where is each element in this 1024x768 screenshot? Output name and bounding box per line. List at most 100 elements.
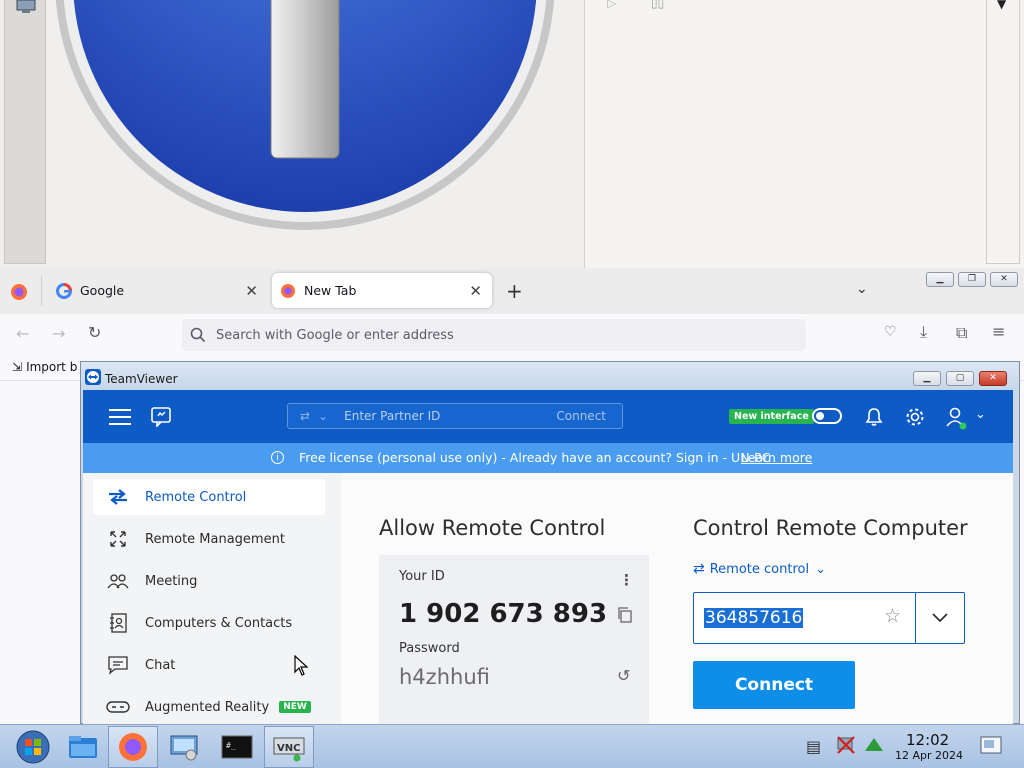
menu-icon[interactable]: ≡ — [992, 322, 1005, 341]
search-icon — [190, 327, 206, 343]
monitor-icon — [16, 0, 36, 13]
import-icon: ⇲ — [12, 360, 23, 374]
chevron-down-icon[interactable] — [932, 613, 948, 623]
downloads-icon[interactable]: ⤓ — [920, 322, 927, 342]
pocket-icon[interactable]: ♡ — [884, 324, 897, 340]
pause-icon: ▯▯ — [651, 0, 665, 10]
window-title: TeamViewer — [105, 372, 178, 386]
new-badge: NEW — [279, 701, 311, 713]
show-desktop-button[interactable] — [980, 735, 1002, 757]
minimize-button[interactable]: ▁ — [926, 272, 954, 287]
partner-id-search[interactable]: ⇄ ⌄ Enter Partner ID Connect — [287, 403, 623, 429]
nav-meeting[interactable]: Meeting — [93, 563, 325, 599]
reload-icon[interactable]: ↻ — [88, 323, 101, 342]
tab-label: New Tab — [304, 283, 357, 298]
learn-more-link[interactable]: Learn more — [741, 450, 812, 465]
nav-augmented-reality[interactable]: Augmented Reality NEW — [93, 689, 325, 725]
people-icon — [105, 573, 131, 589]
network-computer-icon — [170, 735, 198, 761]
background-scrollbar[interactable]: ▼ — [986, 0, 1020, 264]
copy-icon[interactable] — [617, 607, 633, 623]
upload-tray-icon[interactable] — [864, 737, 884, 753]
star-icon[interactable]: ☆ — [884, 605, 901, 627]
notes-tray-icon[interactable]: ▤ — [806, 737, 821, 756]
nav-remote-management[interactable]: Remote Management — [93, 521, 325, 557]
clock-time: 12:02 — [906, 731, 950, 749]
new-tab-plus-icon[interactable]: + — [506, 279, 523, 303]
folder-icon — [69, 736, 97, 758]
taskbar-network-app[interactable] — [160, 726, 210, 768]
show-desktop-icon — [980, 736, 1002, 754]
header-connect-button[interactable]: Connect — [556, 409, 606, 423]
google-icon — [56, 282, 72, 299]
restore-button[interactable]: ❐ — [958, 272, 986, 287]
your-id-label: Your ID — [399, 569, 445, 584]
tab-separator — [41, 276, 42, 306]
arrows-swap-icon: ⇄ — [300, 409, 311, 423]
ar-goggles-icon — [105, 699, 131, 715]
windows-start-icon — [16, 730, 50, 764]
more-options-icon[interactable]: ⋮ — [619, 571, 634, 589]
account-chevron-icon[interactable]: ⌄ — [975, 407, 986, 422]
tv-close-button[interactable]: ✕ — [979, 371, 1007, 386]
close-tab-icon[interactable]: ✕ — [245, 282, 258, 300]
tab-new-tab[interactable]: New Tab ✕ — [272, 273, 492, 308]
allow-remote-heading: Allow Remote Control — [379, 516, 606, 540]
svg-text:#_: #_ — [226, 741, 236, 750]
taskbar: #_ VNC ▤ 12:02 12 Apr 2024 — [0, 724, 1024, 768]
back-icon[interactable]: ← — [16, 324, 29, 343]
taskbar-teamviewer[interactable]: VNC — [264, 726, 314, 768]
start-button[interactable] — [8, 726, 58, 768]
partner-id-input[interactable]: 364857616 ☆ — [693, 592, 965, 644]
import-bookmarks-label: Import b — [26, 360, 78, 374]
taskbar-explorer[interactable] — [58, 726, 108, 768]
tv-minimize-button[interactable]: ▁ — [913, 371, 941, 386]
tab-label: Google — [80, 283, 125, 298]
teamviewer-window: TeamViewer ▁ ▢ ✕ ⇄ ⌄ Enter Partner ID Co… — [80, 361, 1020, 725]
clock-date: 12 Apr 2024 — [895, 749, 964, 762]
hamburger-menu-icon[interactable] — [109, 408, 131, 426]
feedback-icon[interactable] — [151, 407, 173, 427]
vnc-viewer-icon: VNC — [273, 737, 305, 762]
connect-button[interactable]: Connect — [693, 661, 855, 709]
your-id-value: 1 902 673 893 — [399, 599, 608, 629]
taskbar-terminal[interactable]: #_ — [212, 726, 262, 768]
password-label: Password — [399, 641, 460, 656]
address-bar[interactable]: Search with Google or enter address — [182, 319, 806, 351]
info-logo-icon — [55, 0, 555, 230]
list-tabs-chevron-icon[interactable]: ⌄ — [856, 281, 868, 297]
partner-id-value: 364857616 — [704, 608, 804, 628]
allow-remote-card: Your ID ⋮ 1 902 673 893 Password h4zhhuf… — [379, 555, 649, 725]
navigation-toolbar: ← → ↻ Search with Google or enter addres… — [0, 314, 1024, 356]
partner-id-placeholder: Enter Partner ID — [344, 409, 441, 423]
nav-remote-control[interactable]: Remote Control — [93, 479, 325, 515]
extensions-icon[interactable]: ⧉ — [956, 323, 967, 343]
close-button[interactable]: ✕ — [990, 272, 1018, 287]
nav-computers-contacts[interactable]: Computers & Contacts — [93, 605, 325, 641]
firefox-view-button[interactable] — [10, 283, 28, 301]
close-tab-icon[interactable]: ✕ — [469, 282, 482, 300]
tab-google[interactable]: Google ✕ — [48, 273, 268, 308]
forward-icon[interactable]: → — [52, 324, 65, 343]
bell-icon[interactable] — [865, 407, 883, 427]
arrows-swap-icon: ⇄ — [693, 561, 705, 577]
nav-label: Augmented Reality — [145, 699, 270, 715]
gear-icon[interactable] — [905, 407, 925, 427]
refresh-password-icon[interactable]: ↺ — [617, 666, 630, 685]
taskbar-firefox[interactable] — [108, 726, 158, 768]
chevron-down-icon[interactable]: ⌄ — [318, 409, 328, 423]
scroll-down-icon[interactable]: ▼ — [997, 0, 1006, 11]
new-interface-badge: New interface — [729, 409, 814, 424]
tv-maximize-button[interactable]: ▢ — [946, 371, 974, 386]
new-interface-toggle[interactable] — [812, 408, 842, 424]
tab-strip: Google ✕ New Tab ✕ + ⌄ ▁ ❐ ✕ — [0, 268, 1024, 314]
mouse-cursor-icon — [294, 655, 309, 676]
network-disconnected-tray-icon[interactable] — [836, 735, 856, 755]
account-icon[interactable] — [945, 406, 969, 430]
firefox-icon — [119, 733, 147, 761]
nav-chat[interactable]: Chat — [93, 647, 325, 683]
connection-mode-dropdown[interactable]: ⇄ Remote control ⌄ — [693, 561, 826, 577]
expand-arrows-icon — [105, 530, 131, 548]
import-bookmarks-button[interactable]: ⇲ Import b — [12, 360, 77, 374]
svg-text:VNC: VNC — [277, 743, 300, 754]
